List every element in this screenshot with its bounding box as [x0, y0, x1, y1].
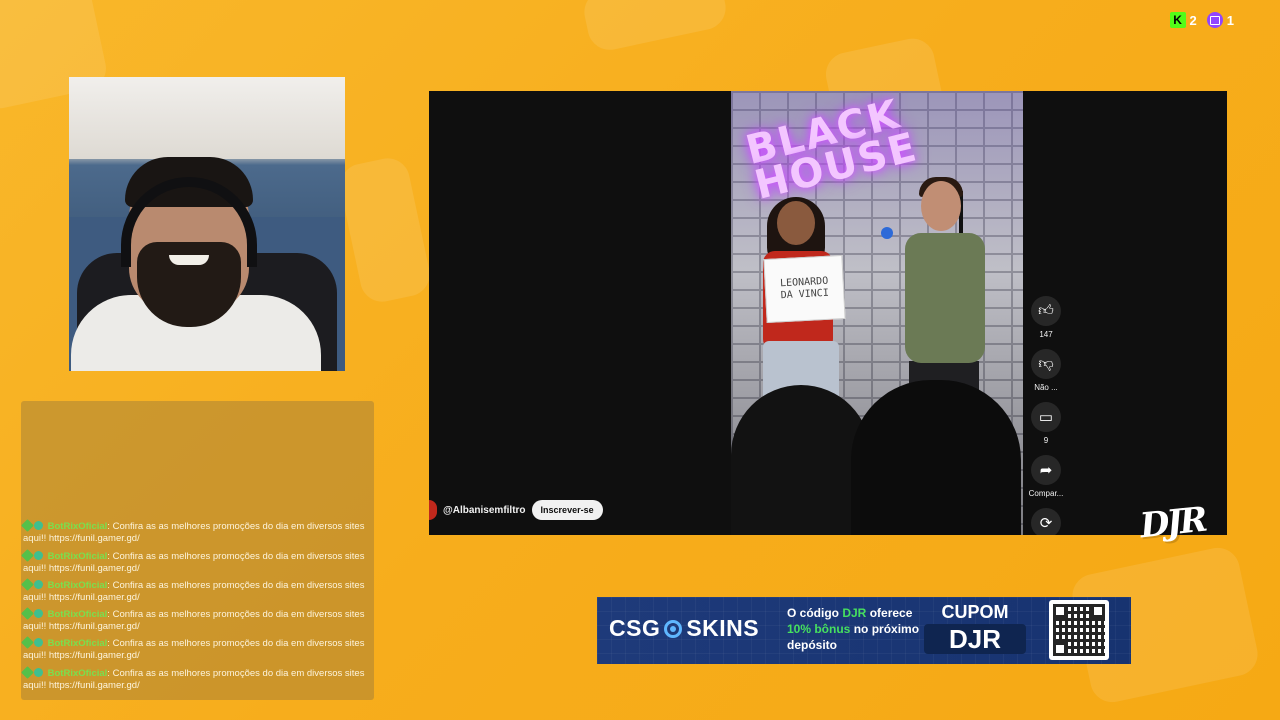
share-label: Compar... [1028, 489, 1064, 498]
like-count: 147 [1039, 330, 1053, 339]
chat-username[interactable]: BotRixOficial [48, 638, 108, 649]
chat-panel[interactable]: BotRixOficial: Confira as as melhores pr… [21, 401, 374, 700]
audience-silhouettes [731, 380, 1023, 535]
sign-line-2: DA VINCI [780, 287, 830, 302]
bot-badge-icon [34, 521, 43, 531]
coupon-box: CUPOM DJR [924, 601, 1026, 660]
subscribe-button[interactable]: Inscrever-se [531, 500, 603, 520]
comment-action[interactable]: ▭ 9 [1031, 402, 1061, 445]
brand-right: SKINS [686, 615, 760, 641]
chat-message: BotRixOficial: Confira as as melhores pr… [21, 548, 365, 574]
moderator-badge-icon [21, 665, 34, 679]
copy-line2: no próximo [850, 622, 920, 636]
chat-username[interactable]: BotRixOficial [48, 521, 108, 532]
chat-message: BotRixOficial: Confira as as melhores pr… [21, 665, 365, 691]
kick-viewers: K 2 [1169, 12, 1197, 28]
webcam-feed [69, 77, 345, 371]
copy-prefix: O código [787, 606, 843, 620]
share-icon[interactable]: ➦ [1031, 455, 1061, 485]
moderator-badge-icon [21, 636, 34, 650]
coupon-label: CUPOM [941, 602, 1009, 622]
background-decoration [580, 0, 730, 54]
chat-message: BotRixOficial: Confira as as melhores pr… [21, 607, 365, 633]
brand-left: CSG [609, 615, 661, 641]
kick-viewer-count: 2 [1189, 12, 1197, 28]
channel-info: @Albanisemfiltro Inscrever-se [429, 500, 603, 520]
sponsor-brand: CSG SKINS [609, 615, 759, 642]
moderator-badge-icon [21, 548, 34, 562]
chat-username[interactable]: BotRixOficial [48, 668, 108, 679]
background-decoration [336, 154, 434, 306]
twitch-viewer-count: 1 [1226, 12, 1234, 28]
handheld-sign: LEONARDO DA VINCI [763, 254, 846, 324]
chat-username[interactable]: BotRixOficial [48, 609, 108, 620]
viewer-counters: K 2 1 [1169, 12, 1234, 28]
chat-username[interactable]: BotRixOficial [48, 580, 108, 591]
thumbs-down-icon[interactable]: 👎︎ [1031, 349, 1061, 379]
moderator-badge-icon [21, 577, 34, 591]
copy-line3: depósito [787, 638, 837, 652]
comment-icon[interactable]: ▭ [1031, 402, 1061, 432]
share-action[interactable]: ➦ Compar... [1028, 455, 1064, 498]
chat-message-list: BotRixOficial: Confira as as melhores pr… [21, 519, 374, 697]
streamer-logo: DJR [1138, 499, 1207, 547]
bot-badge-icon [34, 667, 43, 677]
bot-badge-icon [34, 638, 43, 648]
channel-avatar[interactable] [429, 500, 437, 520]
video-player[interactable]: BLACK HOUSE LEONARDO DA VINCI 👍︎ 147 👎︎ [429, 91, 1227, 535]
comment-count: 9 [1043, 436, 1049, 445]
bot-badge-icon [34, 579, 43, 589]
chat-message: BotRixOficial: Confira as as melhores pr… [21, 519, 365, 545]
moderator-badge-icon [21, 607, 34, 620]
chat-username[interactable]: BotRixOficial [48, 551, 108, 562]
dislike-label: Não ... [1034, 383, 1058, 392]
bot-badge-icon [34, 609, 43, 619]
thumbs-up-icon[interactable]: 👍︎ [1031, 296, 1061, 326]
channel-name[interactable]: @Albanisemfiltro [443, 505, 526, 516]
crosshair-icon [664, 619, 683, 638]
webcam-wall [69, 77, 345, 159]
moderator-badge-icon [21, 519, 34, 533]
remix-action[interactable]: ⟳ [1031, 508, 1061, 535]
twitch-viewers: 1 [1206, 12, 1234, 28]
copy-bonus: 10% bônus [787, 622, 851, 636]
microphone [881, 227, 893, 239]
remix-icon[interactable]: ⟳ [1031, 508, 1061, 535]
twitch-icon [1206, 12, 1223, 28]
shorts-action-bar: 👍︎ 147 👎︎ Não ... ▭ 9 ➦ Compar... ⟳ [1029, 296, 1063, 535]
sponsor-copy: O código DJR oferece 10% bônus no próxim… [787, 605, 919, 653]
sponsor-banner: CSG SKINS O código DJR oferece 10% bônus… [597, 597, 1131, 664]
copy-mid: oferece [866, 606, 913, 620]
chat-message: BotRixOficial: Confira as as melhores pr… [21, 636, 365, 662]
coupon-code: DJR [924, 624, 1026, 654]
qr-code-icon [1049, 600, 1109, 660]
dislike-action[interactable]: 👎︎ Não ... [1031, 349, 1061, 392]
kick-icon: K [1169, 12, 1186, 28]
video-frame[interactable]: BLACK HOUSE LEONARDO DA VINCI [731, 91, 1023, 535]
copy-code: DJR [842, 606, 867, 620]
like-action[interactable]: 👍︎ 147 [1031, 296, 1061, 339]
chat-message: BotRixOficial: Confira as as melhores pr… [21, 577, 365, 603]
bot-badge-icon [34, 550, 43, 560]
